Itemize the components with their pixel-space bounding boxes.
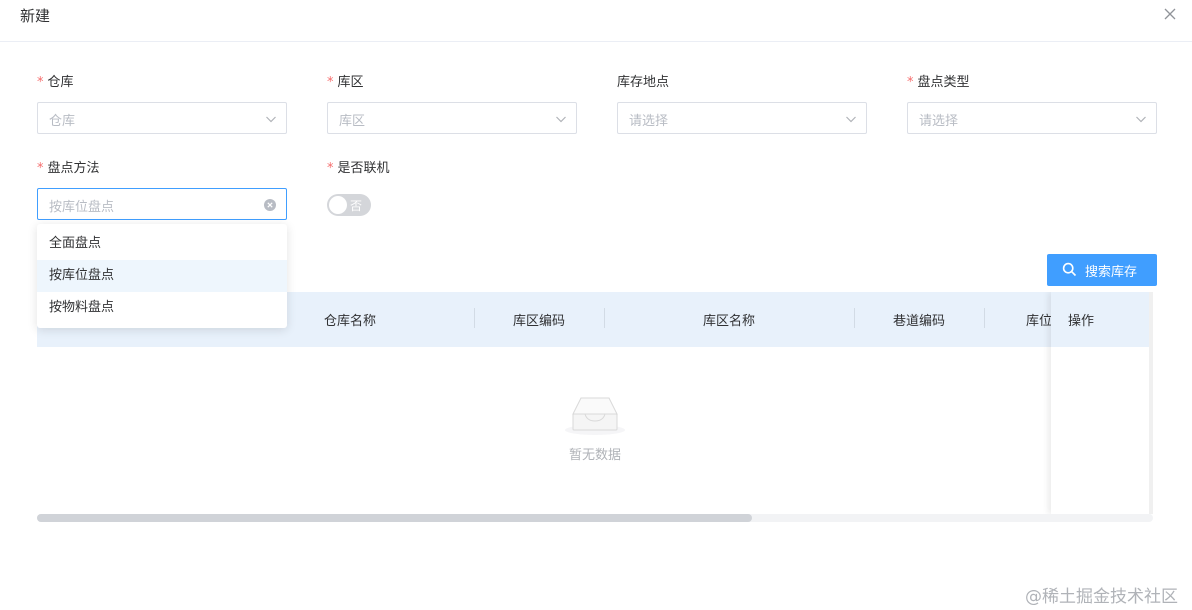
warehouse-placeholder: 仓库 [49, 114, 76, 129]
vertical-scrollbar[interactable] [1149, 292, 1153, 514]
empty-text: 暂无数据 [568, 448, 621, 463]
switch-label: 否 [350, 199, 363, 213]
zone-placeholder: 库区 [339, 114, 366, 129]
method-option-by-location[interactable]: 按库位盘点 [37, 260, 287, 292]
method-option-full[interactable]: 全面盘点 [37, 228, 287, 260]
fixed-action-column: 操作 [1051, 292, 1153, 514]
method-label: * 盘点方法 [37, 161, 100, 176]
column-header-actions: 操作 [1068, 314, 1095, 329]
method-placeholder: 按库位盘点 [49, 200, 115, 215]
search-inventory-button[interactable]: 搜索库存 [1047, 254, 1157, 286]
empty-state: 暂无数据 [37, 392, 1153, 463]
search-button-label: 搜索库存 [1085, 265, 1138, 280]
warehouse-select[interactable]: 仓库 [37, 102, 287, 134]
chevron-down-icon [556, 116, 566, 123]
inventory-type-placeholder: 请选择 [919, 114, 959, 129]
location-select[interactable]: 请选择 [617, 102, 867, 134]
switch-knob [329, 196, 347, 214]
warehouse-label: * 仓库 [37, 75, 74, 90]
location-label: 库存地点 [617, 75, 670, 90]
chevron-down-icon [846, 116, 856, 123]
location-placeholder: 请选择 [629, 114, 669, 129]
method-dropdown: 全面盘点 按库位盘点 按物料盘点 [37, 224, 287, 328]
online-switch[interactable]: 否 [327, 194, 371, 216]
zone-select[interactable]: 库区 [327, 102, 577, 134]
column-divider [984, 308, 985, 328]
column-header-aisle-code: 巷道编码 [892, 314, 945, 329]
method-option-by-material[interactable]: 按物料盘点 [37, 292, 287, 324]
online-label: * 是否联机 [327, 161, 390, 176]
inventory-type-label: * 盘点类型 [907, 75, 970, 90]
column-header-zone-name: 库区名称 [702, 314, 755, 329]
chevron-down-icon [1136, 116, 1146, 123]
horizontal-scrollbar-thumb[interactable] [37, 514, 752, 522]
method-select[interactable]: 按库位盘点 [37, 188, 287, 220]
search-icon [1062, 262, 1077, 277]
inventory-type-select[interactable]: 请选择 [907, 102, 1157, 134]
column-header-warehouse-name: 仓库名称 [323, 314, 376, 329]
chevron-down-icon [266, 116, 276, 123]
zone-label: * 库区 [327, 75, 364, 90]
dialog-header: 新建 [0, 0, 1192, 42]
close-icon[interactable] [1162, 6, 1178, 22]
column-header-zone-code: 库区编码 [512, 314, 565, 329]
watermark: @稀土掘金技术社区 [1025, 587, 1178, 607]
dialog-title: 新建 [20, 7, 51, 25]
fixed-column-header: 操作 [1051, 292, 1151, 347]
clear-circle-icon[interactable] [263, 198, 277, 212]
inbox-icon [565, 397, 625, 435]
